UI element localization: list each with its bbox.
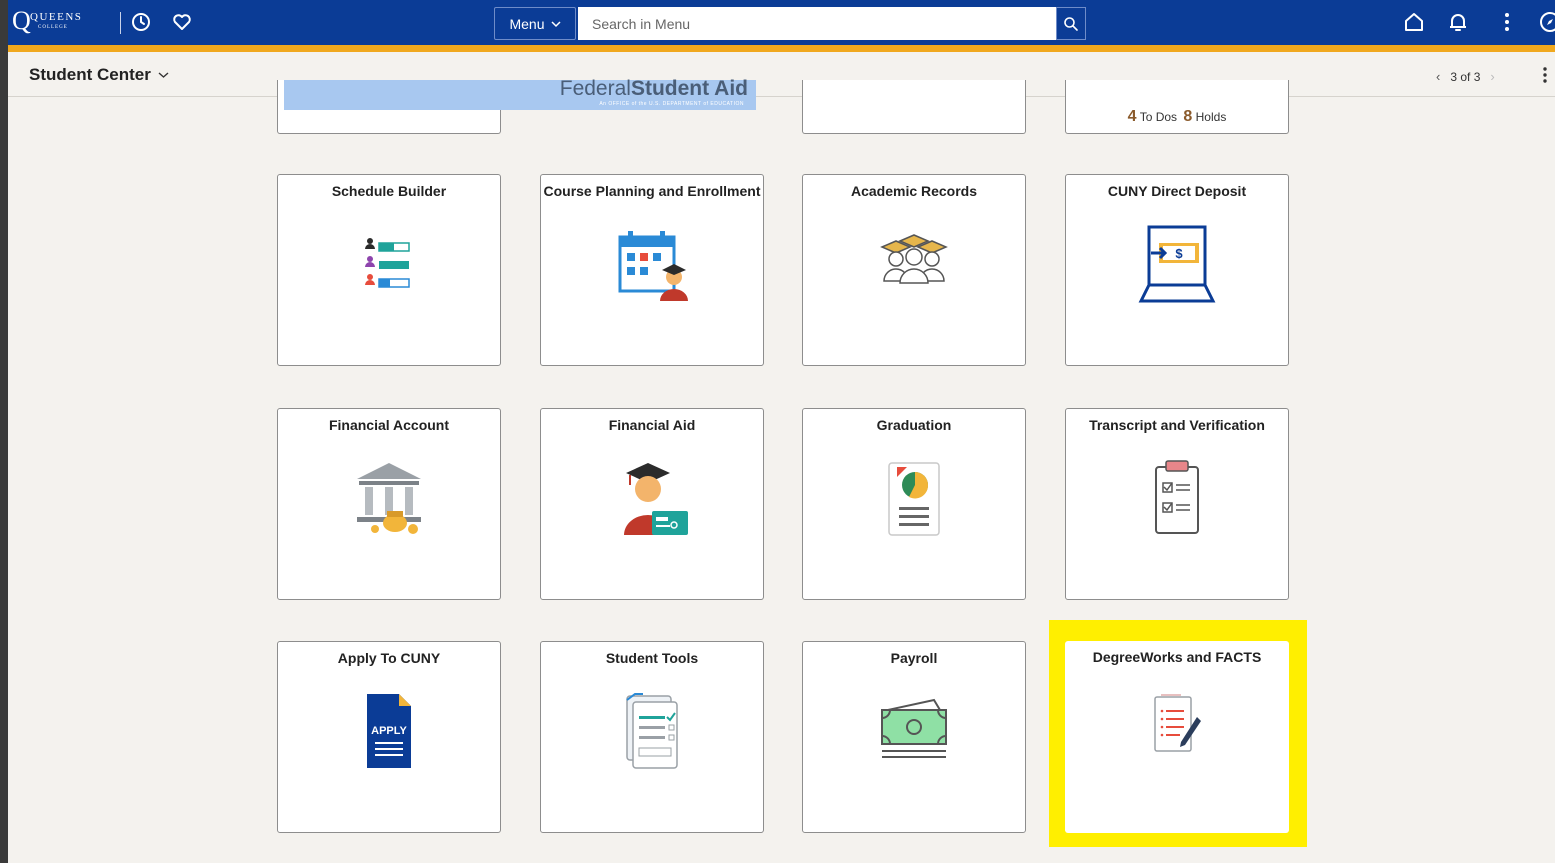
tile-cuny-direct-deposit[interactable]: CUNY Direct Deposit $	[1065, 174, 1289, 366]
fsa-logo-text: FederalStudent Aid	[560, 77, 748, 101]
tile-title: Graduation	[876, 417, 952, 433]
tile-title: Payroll	[890, 650, 938, 666]
chevron-down-icon	[158, 72, 169, 78]
calendar-student-icon	[618, 231, 688, 301]
more-options-icon[interactable]	[1495, 10, 1519, 34]
apply-icon-label: APPLY	[371, 725, 407, 737]
tile-financial-account[interactable]: Financial Account	[277, 408, 501, 600]
tile-financial-aid[interactable]: Financial Aid	[540, 408, 764, 600]
page-header-bar: Student Center ‹ 3 of 3 ›	[8, 52, 1555, 97]
bank-money-icon	[357, 463, 421, 534]
page-actions-icon[interactable]	[1542, 66, 1548, 84]
tile-apply-to-cuny[interactable]: Apply To CUNY APPLY	[277, 641, 501, 833]
tile-title: CUNY Direct Deposit	[1107, 183, 1247, 199]
home-icon[interactable]	[1402, 10, 1426, 34]
tile-title: Course Planning and Enrollment	[543, 183, 761, 199]
tile-transcript-verification[interactable]: Transcript and Verification	[1065, 408, 1289, 600]
top-navbar: Q QUEENS COLLEGE Menu	[8, 0, 1555, 52]
apply-document-icon: APPLY	[367, 694, 411, 768]
tile-title: Schedule Builder	[331, 183, 447, 199]
tile-schedule-builder[interactable]: Schedule Builder	[277, 174, 501, 366]
tile-tasks[interactable]: 4 To Dos 8 Holds	[1065, 80, 1289, 134]
tile-title: Student Tools	[605, 650, 699, 666]
notifications-bell-icon[interactable]	[1446, 10, 1470, 34]
todos-label: To Dos	[1139, 110, 1178, 124]
navbar-compass-icon[interactable]	[1538, 10, 1555, 34]
svg-text:$: $	[1175, 246, 1183, 261]
tile-title: Academic Records	[850, 183, 978, 199]
documents-checklist-icon	[626, 693, 678, 769]
page-title-dropdown[interactable]: Student Center	[29, 65, 169, 85]
tile-title: Apply To CUNY	[337, 650, 441, 666]
pager-count: 3 of 3	[1450, 69, 1481, 84]
fsa-word-student-aid: Student Aid	[630, 77, 748, 100]
cash-bill-icon	[881, 698, 947, 758]
tile-academic-records[interactable]: Academic Records	[802, 174, 1026, 366]
navbar-divider	[120, 12, 121, 34]
tile-degreeworks-facts[interactable]: DegreeWorks and FACTS	[1065, 641, 1289, 833]
menu-search-input[interactable]	[578, 7, 1056, 40]
tile-title: Financial Account	[328, 417, 450, 433]
app-frame: Q QUEENS COLLEGE Menu Search in Menu Stu…	[8, 0, 1555, 863]
tile-title: Financial Aid	[608, 417, 696, 433]
search-button[interactable]	[1056, 7, 1086, 40]
page-title: Student Center	[29, 65, 151, 84]
tile-federal-student-aid[interactable]: FederalStudent Aid An OFFICE of the U.S.…	[277, 77, 756, 134]
page-pager: ‹ 3 of 3 ›	[1436, 69, 1495, 84]
tile-course-planning-enrollment[interactable]: Course Planning and Enrollment	[540, 174, 764, 366]
fsa-banner: FederalStudent Aid An OFFICE of the U.S.…	[284, 77, 756, 110]
logo-subtitle: COLLEGE	[38, 25, 68, 30]
holds-count: 8	[1183, 108, 1193, 125]
graduates-icon	[880, 234, 948, 284]
tile-title: Transcript and Verification	[1089, 417, 1265, 433]
fsa-word-federal: Federal	[559, 77, 631, 100]
search-icon	[1064, 16, 1078, 31]
logo-letter: Q	[12, 6, 31, 35]
fsa-tagline: An OFFICE of the U.S. DEPARTMENT of EDUC…	[599, 101, 744, 107]
menu-label: Menu	[509, 15, 545, 32]
todos-count: 4	[1127, 108, 1137, 125]
tile-partial-middle[interactable]	[802, 80, 1026, 134]
chevron-down-icon	[550, 20, 561, 27]
student-card-icon	[624, 463, 688, 535]
document-pen-icon	[1154, 694, 1201, 752]
tile-payroll[interactable]: Payroll	[802, 641, 1026, 833]
report-chart-icon	[888, 462, 940, 536]
tile-graduation[interactable]: Graduation	[802, 408, 1026, 600]
tasks-summary: 4 To Dos 8 Holds	[1066, 108, 1288, 126]
next-page-icon[interactable]: ›	[1490, 69, 1494, 84]
tile-title: DegreeWorks and FACTS	[1092, 649, 1262, 665]
laptop-deposit-icon: $	[1138, 225, 1216, 303]
tile-student-tools[interactable]: Student Tools	[540, 641, 764, 833]
clipboard-checklist-icon	[1155, 460, 1199, 534]
favorites-heart-icon[interactable]	[170, 10, 194, 34]
schedule-list-icon	[365, 238, 410, 288]
logo-wordmark: QUEENS	[30, 11, 83, 23]
holds-label: Holds	[1195, 110, 1227, 124]
menu-dropdown-button[interactable]: Menu	[494, 7, 576, 40]
recent-history-icon[interactable]	[129, 10, 153, 34]
previous-page-icon[interactable]: ‹	[1436, 69, 1440, 84]
